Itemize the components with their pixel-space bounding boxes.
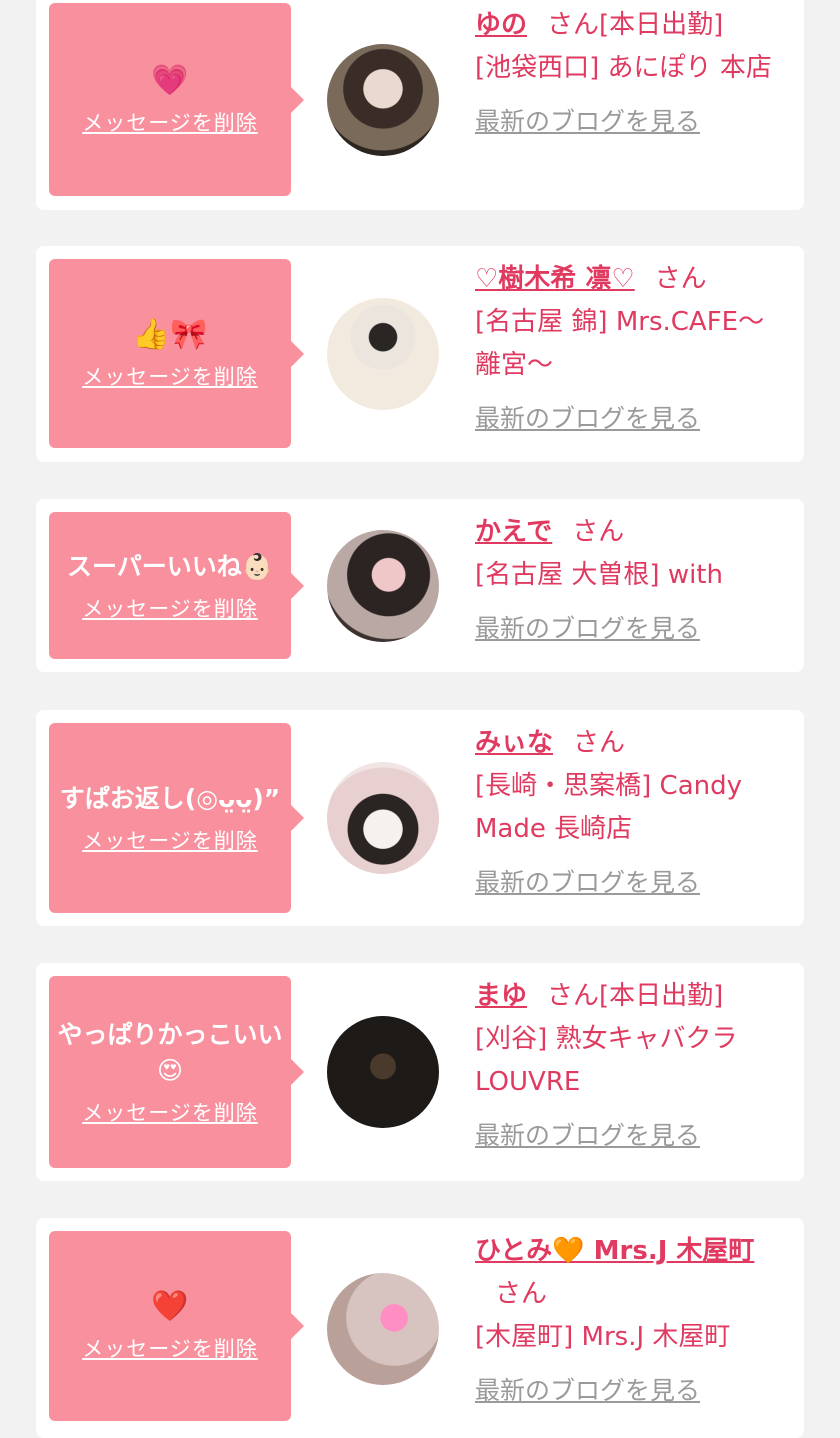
- message-card: 💗 メッセージを削除 ゆの さん[本日出勤] [池袋西口] あにぽり 本店 最新の…: [36, 0, 804, 210]
- shop-info: [木屋町] Mrs.J 木屋町: [475, 1322, 731, 1352]
- message-card: ❤️ メッセージを削除 ひとみ🧡 Mrs.J 木屋町さん [木屋町] Mrs.J…: [36, 1218, 804, 1438]
- cast-name-link[interactable]: みぃな: [475, 728, 553, 758]
- honorific: さん: [573, 728, 626, 758]
- message-bubble: すぱお返し(◎ᴗ̤ᴗ̤)” メッセージを削除: [49, 723, 304, 913]
- status-tag: [本日出勤]: [599, 10, 724, 40]
- message-text: 💗: [151, 62, 189, 98]
- cast-name-link[interactable]: ひとみ🧡 Mrs.J 木屋町: [475, 1236, 754, 1266]
- entry-info: ひとみ🧡 Mrs.J 木屋町さん [木屋町] Mrs.J 木屋町 最新のブログを…: [475, 1230, 790, 1413]
- delete-message-link[interactable]: メッセージを削除: [82, 361, 258, 391]
- status-tag: [本日出勤]: [599, 981, 724, 1011]
- shop-info: [長崎・思案橋] Candy Made 長崎店: [475, 771, 743, 844]
- latest-blog-link[interactable]: 最新のブログを見る: [475, 1369, 700, 1412]
- shop-info: [名古屋 大曽根] with: [475, 560, 723, 590]
- honorific: さん: [495, 1279, 548, 1309]
- latest-blog-link[interactable]: 最新のブログを見る: [475, 1114, 700, 1157]
- delete-message-link[interactable]: メッセージを削除: [82, 107, 258, 137]
- cast-name-link[interactable]: かえで: [475, 517, 552, 547]
- delete-message-link[interactable]: メッセージを削除: [82, 1097, 258, 1127]
- message-bubble: ❤️ メッセージを削除: [49, 1231, 304, 1421]
- entry-info: かえで さん [名古屋 大曽根] with 最新のブログを見る: [475, 511, 790, 651]
- cast-name-link[interactable]: ゆの: [475, 10, 527, 40]
- honorific: さん: [547, 10, 600, 40]
- message-bubble: 👍🎀 メッセージを削除: [49, 259, 304, 448]
- shop-info: [刈谷] 熟女キャバクラ LOUVRE: [475, 1024, 738, 1097]
- latest-blog-link[interactable]: 最新のブログを見る: [475, 607, 700, 650]
- avatar[interactable]: [327, 1273, 439, 1385]
- entry-info: ♡樹木希 凛♡ さん [名古屋 錦] Mrs.CAFE～離宮～ 最新のブログを見る: [475, 258, 790, 441]
- message-bubble: やっぱりかっこいい😍 メッセージを削除: [49, 976, 304, 1168]
- message-card: すぱお返し(◎ᴗ̤ᴗ̤)” メッセージを削除 みぃな さん [長崎・思案橋] Ca…: [36, 710, 804, 926]
- message-bubble: 💗 メッセージを削除: [49, 3, 304, 196]
- message-text: ❤️: [151, 1289, 189, 1324]
- latest-blog-link[interactable]: 最新のブログを見る: [475, 397, 700, 440]
- avatar[interactable]: [327, 298, 439, 410]
- entry-info: まゆ さん[本日出勤] [刈谷] 熟女キャバクラ LOUVRE 最新のブログを見る: [475, 975, 790, 1158]
- message-bubble: スーパーいいね👶🏻 メッセージを削除: [49, 512, 304, 659]
- message-card: スーパーいいね👶🏻 メッセージを削除 かえで さん [名古屋 大曽根] with …: [36, 499, 804, 672]
- message-text: スーパーいいね👶🏻: [67, 551, 273, 581]
- shop-info: [名古屋 錦] Mrs.CAFE～離宮～: [475, 307, 765, 380]
- latest-blog-link[interactable]: 最新のブログを見る: [475, 100, 700, 143]
- delete-message-link[interactable]: メッセージを削除: [82, 825, 258, 855]
- message-text: やっぱりかっこいい😍: [57, 1020, 283, 1085]
- shop-info: [池袋西口] あにぽり 本店: [475, 53, 772, 83]
- delete-message-link[interactable]: メッセージを削除: [82, 593, 258, 623]
- cast-name-link[interactable]: まゆ: [475, 981, 527, 1011]
- delete-message-link[interactable]: メッセージを削除: [82, 1333, 258, 1363]
- avatar[interactable]: [327, 44, 439, 156]
- message-card: 👍🎀 メッセージを削除 ♡樹木希 凛♡ さん [名古屋 錦] Mrs.CAFE～離…: [36, 246, 804, 462]
- honorific: さん: [547, 981, 600, 1011]
- message-text: 👍🎀: [132, 316, 208, 352]
- message-card: やっぱりかっこいい😍 メッセージを削除 まゆ さん[本日出勤] [刈谷] 熟女キャ…: [36, 963, 804, 1181]
- message-text: すぱお返し(◎ᴗ̤ᴗ̤)”: [59, 784, 281, 813]
- entry-info: みぃな さん [長崎・思案橋] Candy Made 長崎店 最新のブログを見る: [475, 722, 790, 905]
- entry-info: ゆの さん[本日出勤] [池袋西口] あにぽり 本店 最新のブログを見る: [475, 4, 790, 144]
- honorific: さん: [572, 517, 625, 547]
- latest-blog-link[interactable]: 最新のブログを見る: [475, 861, 700, 904]
- avatar[interactable]: [327, 762, 439, 874]
- avatar[interactable]: [327, 1016, 439, 1128]
- avatar[interactable]: [327, 530, 439, 642]
- honorific: さん: [654, 264, 707, 294]
- cast-name-link[interactable]: ♡樹木希 凛♡: [475, 264, 635, 294]
